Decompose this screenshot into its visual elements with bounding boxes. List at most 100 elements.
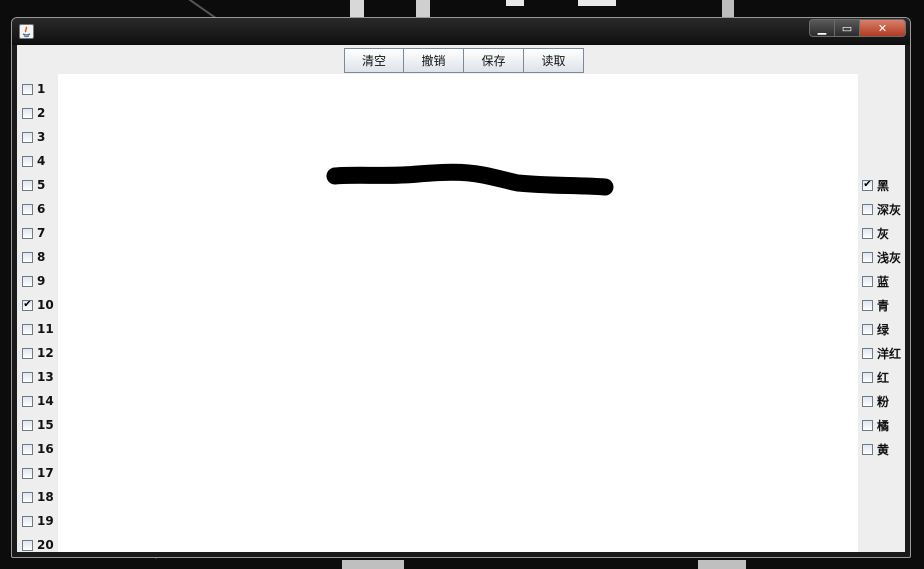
undo-button[interactable]: 撤销 (404, 48, 464, 73)
checkbox[interactable] (22, 371, 33, 383)
brush-size-label: 13 (37, 370, 54, 384)
brush-size-label: 6 (37, 202, 46, 216)
checkbox[interactable] (22, 323, 33, 335)
color-option[interactable]: 蓝 (862, 269, 901, 293)
brush-size-option[interactable]: 16 (22, 437, 54, 461)
drawing-canvas[interactable] (58, 74, 858, 552)
color-option[interactable]: 橘 (862, 413, 901, 437)
checkbox[interactable] (22, 83, 33, 95)
checkbox[interactable] (22, 443, 33, 455)
checkbox[interactable] (862, 347, 873, 359)
minimize-button[interactable]: ▁ (809, 19, 835, 37)
color-option[interactable]: 深灰 (862, 197, 901, 221)
close-button[interactable]: ✕ (860, 19, 906, 37)
brush-size-label: 7 (37, 226, 46, 240)
checkbox[interactable] (22, 419, 33, 431)
canvas-drawing (326, 163, 614, 196)
checkbox[interactable] (862, 227, 873, 239)
brush-size-label: 20 (37, 538, 54, 552)
brush-size-option[interactable]: 5 (22, 173, 54, 197)
client-area: 清空 撤销 保存 读取 1 2 3 4 5 6 7 8 9 ✔ 10 11 12 13 14 15 16 17 18… (17, 45, 905, 552)
checkbox-checked[interactable]: ✔ (22, 299, 33, 311)
brush-size-option[interactable]: 8 (22, 245, 54, 269)
color-option[interactable]: 黄 (862, 437, 901, 461)
toolbar: 清空 撤销 保存 读取 (344, 48, 584, 73)
close-icon: ✕ (877, 21, 888, 35)
desktop-bg-shape (578, 0, 616, 6)
title-bar[interactable]: ▁ ▭ ✕ (12, 18, 910, 45)
brush-size-option[interactable]: 3 (22, 125, 54, 149)
minimize-icon: ▁ (817, 21, 827, 35)
brush-size-option[interactable]: 20 (22, 533, 54, 557)
brush-size-label: 8 (37, 250, 46, 264)
color-option[interactable]: 粉 (862, 389, 901, 413)
checkbox[interactable] (22, 179, 33, 191)
checkbox[interactable] (862, 299, 873, 311)
checkbox[interactable] (862, 443, 873, 455)
brush-size-option[interactable]: 19 (22, 509, 54, 533)
checkbox[interactable] (862, 203, 873, 215)
color-option[interactable]: 青 (862, 293, 901, 317)
brush-size-label: 16 (37, 442, 54, 456)
brush-size-label: 19 (37, 514, 54, 528)
brush-size-option[interactable]: 6 (22, 197, 54, 221)
color-label: 绿 (877, 322, 890, 337)
color-label: 灰 (877, 226, 890, 241)
checkbox[interactable] (862, 275, 873, 287)
checkbox[interactable] (22, 227, 33, 239)
checkbox[interactable] (862, 419, 873, 431)
brush-size-label: 1 (37, 82, 46, 96)
brush-size-option[interactable]: 17 (22, 461, 54, 485)
brush-size-label: 12 (37, 346, 54, 360)
brush-size-option[interactable]: 11 (22, 317, 54, 341)
brush-size-label: 11 (37, 322, 54, 336)
brush-size-option[interactable]: 15 (22, 413, 54, 437)
color-label: 洋红 (877, 346, 902, 361)
color-option[interactable]: ✔ 黑 (862, 173, 901, 197)
checkbox[interactable] (22, 539, 33, 551)
brush-size-option[interactable]: 7 (22, 221, 54, 245)
color-option[interactable]: 灰 (862, 221, 901, 245)
color-option[interactable]: 绿 (862, 317, 901, 341)
checkbox[interactable] (22, 467, 33, 479)
color-option[interactable]: 洋红 (862, 341, 901, 365)
brush-size-option[interactable]: 9 (22, 269, 54, 293)
maximize-icon: ▭ (841, 21, 853, 35)
brush-size-option[interactable]: 12 (22, 341, 54, 365)
checkbox-checked[interactable]: ✔ (862, 179, 873, 191)
checkbox[interactable] (862, 323, 873, 335)
java-app-icon[interactable] (19, 24, 34, 39)
brush-size-option[interactable]: ✔ 10 (22, 293, 54, 317)
brush-size-label: 15 (37, 418, 54, 432)
checkbox[interactable] (22, 515, 33, 527)
brush-size-option[interactable]: 13 (22, 365, 54, 389)
checkbox[interactable] (22, 347, 33, 359)
desktop-bg-shape (506, 0, 524, 6)
checkbox[interactable] (862, 371, 873, 383)
color-option[interactable]: 红 (862, 365, 901, 389)
checkbox[interactable] (22, 107, 33, 119)
color-label: 红 (877, 370, 890, 385)
maximize-button[interactable]: ▭ (835, 19, 860, 37)
checkbox[interactable] (22, 155, 33, 167)
clear-button[interactable]: 清空 (344, 48, 404, 73)
brush-size-option[interactable]: 14 (22, 389, 54, 413)
checkbox[interactable] (862, 395, 873, 407)
brush-size-label: 10 (37, 298, 54, 312)
checkbox[interactable] (22, 131, 33, 143)
color-option[interactable]: 浅灰 (862, 245, 901, 269)
load-button[interactable]: 读取 (524, 48, 584, 73)
brush-size-option[interactable]: 2 (22, 101, 54, 125)
save-button[interactable]: 保存 (464, 48, 524, 73)
color-label: 深灰 (877, 202, 902, 217)
brush-size-option[interactable]: 18 (22, 485, 54, 509)
brush-size-option[interactable]: 4 (22, 149, 54, 173)
brush-size-option[interactable]: 1 (22, 77, 54, 101)
brush-size-label: 4 (37, 154, 46, 168)
checkbox[interactable] (22, 491, 33, 503)
checkbox[interactable] (22, 251, 33, 263)
checkbox[interactable] (22, 395, 33, 407)
checkbox[interactable] (862, 251, 873, 263)
checkbox[interactable] (22, 275, 33, 287)
checkbox[interactable] (22, 203, 33, 215)
